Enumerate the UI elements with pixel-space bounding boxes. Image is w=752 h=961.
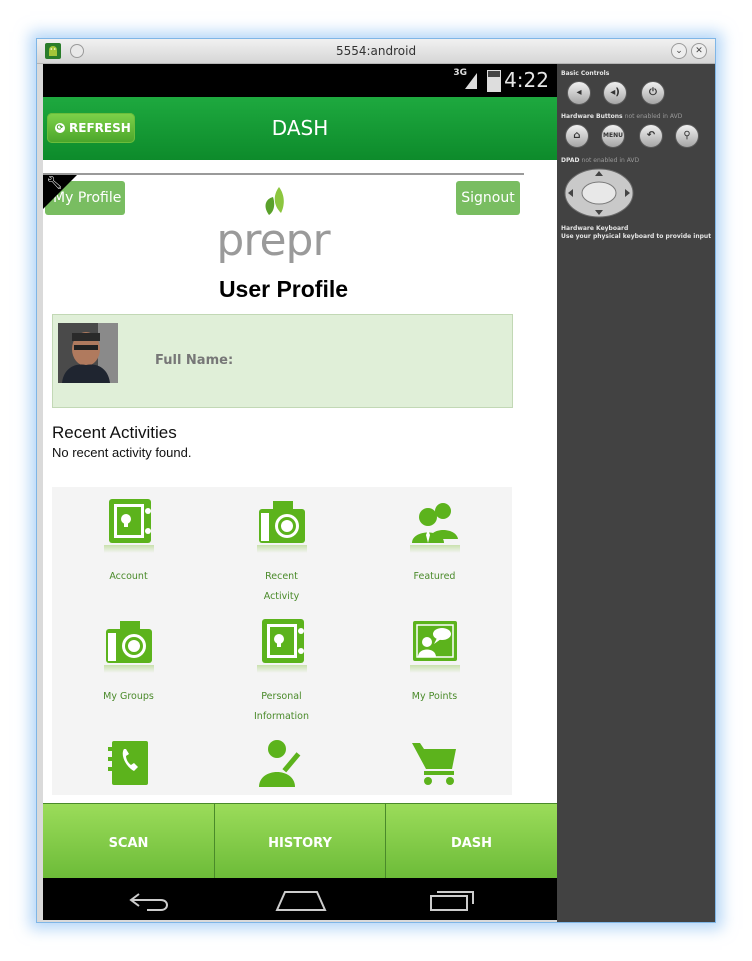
- tile-profile-edit[interactable]: [205, 727, 358, 795]
- tile-recent-activity[interactable]: Recent Activity: [205, 487, 358, 607]
- webview-content: My Profile 🔧︎ Signout prepr User Profile: [43, 173, 524, 795]
- hardware-buttons-title-text: Hardware Buttons: [561, 113, 623, 120]
- volume-down-icon[interactable]: ◂: [567, 81, 591, 105]
- signal-icon: [465, 73, 477, 89]
- tab-scan[interactable]: SCAN: [43, 804, 215, 879]
- icon-reflection: [257, 545, 307, 553]
- tile-label-line2: Activity: [263, 591, 300, 602]
- recent-activities-heading: Recent Activities: [52, 423, 177, 442]
- window-close-button[interactable]: ✕: [691, 43, 707, 59]
- tile-label: My Groups: [52, 687, 205, 707]
- dpad-sub: not enabled in AVD: [581, 157, 640, 164]
- header-band: My Profile 🔧︎ Signout prepr: [43, 175, 524, 273]
- hardware-buttons-sub: not enabled in AVD: [624, 113, 683, 120]
- recent-activities-empty: No recent activity found.: [52, 445, 192, 460]
- battery-icon: [487, 70, 501, 92]
- phone-screen: 3G 4:22 ⟳ REFRESH DASH My Profile 🔧︎ Sig…: [43, 64, 557, 920]
- emu-menu-button[interactable]: MENU: [601, 124, 625, 148]
- users-icon: [410, 497, 460, 547]
- wrench-icon: 🔧︎: [46, 176, 63, 191]
- dpad-icon[interactable]: [563, 167, 635, 219]
- dpad-title: DPAD not enabled in AVD: [561, 157, 639, 164]
- window-title: 5554:android: [335, 44, 417, 58]
- safe-icon: [104, 497, 154, 547]
- tile-my-groups[interactable]: My Groups: [52, 607, 205, 727]
- hardware-buttons-title: Hardware Buttons not enabled in AVD: [561, 113, 682, 120]
- tile-label: Featured: [358, 567, 511, 587]
- tile-contacts[interactable]: [52, 727, 205, 795]
- action-bar: ⟳ REFRESH DASH: [43, 97, 557, 160]
- tile-label-line1: Personal: [261, 691, 302, 702]
- safe-icon: [257, 617, 307, 667]
- tile-label-line1: Account: [109, 571, 148, 582]
- camera-icon: [104, 617, 154, 667]
- dashboard-grid: Account Recent Activity Featured My Grou…: [52, 487, 512, 795]
- tile-label-line1: My Points: [411, 691, 458, 702]
- window-shade-button[interactable]: ⌄: [671, 43, 687, 59]
- clock: 4:22: [504, 68, 549, 92]
- keyboard-sub: Use your physical keyboard to provide in…: [561, 233, 712, 240]
- tile-label: Recent Activity: [205, 567, 358, 607]
- tile-featured[interactable]: Featured: [358, 487, 511, 607]
- prepr-logo: prepr: [216, 187, 332, 263]
- tile-label-line1: Recent: [265, 571, 298, 582]
- icon-reflection: [410, 545, 460, 553]
- tile-shop[interactable]: [358, 727, 511, 795]
- back-icon[interactable]: [127, 890, 173, 912]
- recent-apps-icon[interactable]: [429, 888, 477, 912]
- status-bar: 3G 4:22: [43, 64, 557, 97]
- signout-button[interactable]: Signout: [456, 181, 520, 215]
- tile-label: Personal Information: [205, 687, 358, 727]
- tile-label: My Points: [358, 687, 511, 707]
- tab-history[interactable]: HISTORY: [215, 804, 386, 879]
- tile-personal-information[interactable]: Personal Information: [205, 607, 358, 727]
- logo-text: prepr: [216, 215, 331, 263]
- shopping-cart-icon: [410, 737, 460, 787]
- bottom-tab-bar: SCAN HISTORY DASH: [43, 803, 557, 879]
- icon-reflection: [104, 545, 154, 553]
- icon-reflection: [257, 665, 307, 673]
- window-titlebar: 5554:android ⌄ ✕: [37, 39, 715, 64]
- tile-label: Account: [52, 567, 205, 587]
- tile-label-line1: Featured: [413, 571, 456, 582]
- tile-label-line1: My Groups: [103, 691, 154, 702]
- emu-search-icon[interactable]: ⚲: [675, 124, 699, 148]
- full-name-label: Full Name:: [155, 353, 234, 368]
- power-icon[interactable]: ⏻: [641, 81, 665, 105]
- tile-label-line2: Information: [254, 711, 309, 722]
- tile-my-points[interactable]: My Points: [358, 607, 511, 727]
- camera-icon: [257, 497, 307, 547]
- avatar: [58, 323, 118, 383]
- user-edit-icon: [257, 737, 307, 787]
- contacts-book-icon: [104, 737, 154, 787]
- action-bar-title: DASH: [271, 116, 329, 140]
- emu-home-icon[interactable]: ⌂: [565, 124, 589, 148]
- android-nav-bar: [43, 878, 557, 920]
- icon-reflection: [104, 665, 154, 673]
- tile-account[interactable]: Account: [52, 487, 205, 607]
- keyboard-title: Hardware Keyboard: [561, 225, 629, 232]
- emulator-window: 5554:android ⌄ ✕ 3G 4:22 ⟳ REFRESH DASH …: [36, 38, 716, 923]
- basic-controls-title: Basic Controls: [561, 70, 610, 77]
- volume-up-icon[interactable]: ◂): [603, 81, 627, 105]
- emulator-controls-panel: Basic Controls ◂ ◂) ⏻ Hardware Buttons n…: [557, 64, 715, 922]
- icon-reflection: [410, 665, 460, 673]
- presentation-icon: [410, 617, 460, 667]
- tab-dash[interactable]: DASH: [386, 804, 557, 879]
- emu-back-icon[interactable]: ↶: [639, 124, 663, 148]
- dpad-title-text: DPAD: [561, 157, 580, 164]
- home-icon[interactable]: [275, 888, 327, 912]
- page-title: User Profile: [218, 276, 349, 302]
- profile-card: Full Name:: [52, 314, 513, 408]
